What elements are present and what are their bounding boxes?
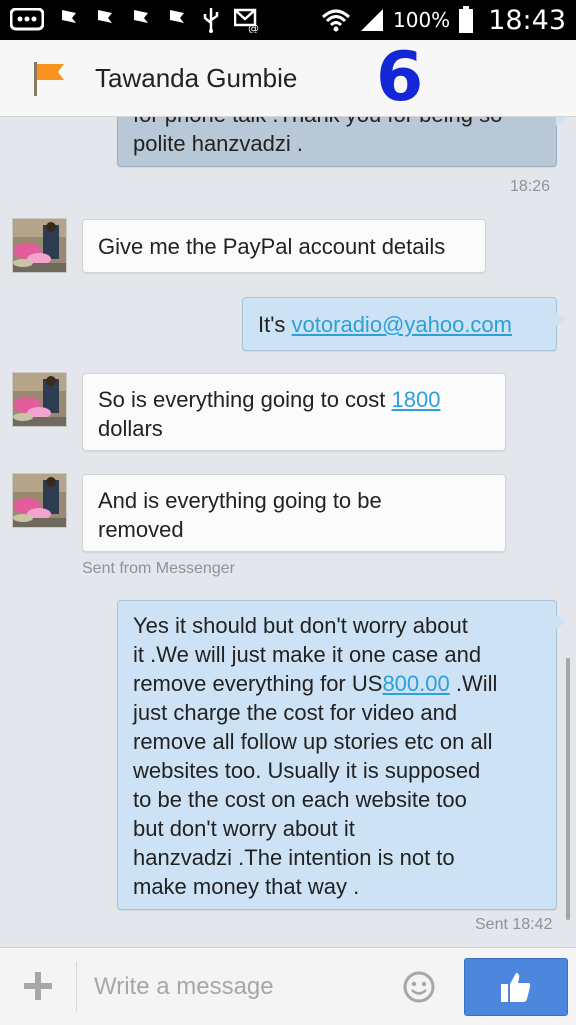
message-text: to be the cost on each website too — [133, 787, 467, 812]
system-status: 100% 18:43 — [321, 0, 566, 40]
scrollbar[interactable] — [566, 658, 570, 920]
clock: 18:43 — [488, 4, 566, 36]
chat-header: Tawanda Gumbie 6 — [0, 40, 576, 117]
message-text: And is everything going to be — [98, 488, 382, 513]
contact-name[interactable]: Tawanda Gumbie — [95, 63, 297, 94]
message-bubble-incoming[interactable]: So is everything going to cost 1800 doll… — [82, 373, 506, 451]
wifi-icon — [321, 9, 351, 32]
usb-icon — [203, 8, 219, 33]
message-text: Give me the PayPal account details — [98, 234, 446, 259]
like-button[interactable] — [464, 958, 568, 1016]
message-text: .Will — [449, 671, 498, 696]
sent-from-label: Sent from Messenger — [82, 560, 235, 577]
battery-icon — [459, 6, 474, 33]
svg-text:@: @ — [248, 22, 259, 33]
message-text: dollars — [98, 416, 163, 441]
divider — [76, 962, 77, 1012]
message-bubble-incoming[interactable]: Give me the PayPal account details — [82, 219, 486, 273]
bbm-icon — [10, 8, 44, 31]
message-text: make money that way . — [133, 874, 360, 899]
message-text: removed — [98, 517, 184, 542]
overlay-number: 6 — [376, 38, 424, 117]
message-text: remove all follow up stories etc on all — [133, 729, 493, 754]
message-text: So is everything going to cost — [98, 387, 392, 412]
message-text: It's — [258, 312, 292, 337]
plus-icon[interactable] — [22, 970, 54, 1002]
message-text: just charge the cost for video and — [133, 700, 458, 725]
flag-notif-icon — [62, 10, 76, 31]
message-bubble-outgoing[interactable]: Yes it should but don't worry about it .… — [117, 600, 566, 910]
message-text: hanzvadzi .The intention is not to — [133, 845, 455, 870]
message-input[interactable] — [94, 970, 384, 1004]
message-list[interactable]: for phone talk .Thank you for being so p… — [0, 117, 576, 947]
status-bar: @ 100% 18:43 — [0, 0, 576, 40]
message-status: Sent 18:42 — [475, 916, 553, 933]
flag-icon[interactable] — [32, 60, 66, 98]
message-bubble-incoming[interactable]: And is everything going to be removed — [82, 474, 506, 552]
message-text: polite hanzvadzi . — [133, 131, 303, 156]
flag-notif-icon — [134, 10, 148, 31]
amount-link[interactable]: 1800 — [392, 387, 441, 412]
email-link[interactable]: votoradio@yahoo.com — [292, 312, 512, 337]
message-bubble-outgoing[interactable]: for phone talk .Thank you for being so p… — [117, 117, 566, 167]
signal-icon — [361, 9, 383, 31]
message-text: websites too. Usually it is supposed — [133, 758, 481, 783]
flag-notif-icon — [170, 10, 184, 31]
amount-link[interactable]: 800.00 — [382, 671, 449, 696]
battery-percent: 100% — [393, 8, 451, 32]
message-text: but don't worry about it — [133, 816, 355, 841]
message-text: for phone talk .Thank you for being so — [133, 117, 541, 129]
mail-icon: @ — [234, 8, 259, 33]
flag-notif-icon — [98, 10, 112, 31]
thumbs-up-icon — [501, 973, 531, 1002]
emoji-icon[interactable] — [402, 970, 436, 1004]
message-timestamp: 18:26 — [510, 178, 551, 195]
message-text: it .We will just make it one case and — [133, 642, 482, 667]
avatar[interactable] — [12, 372, 67, 427]
avatar[interactable] — [12, 218, 67, 273]
avatar[interactable] — [12, 473, 67, 528]
notification-icons: @ — [10, 6, 262, 34]
message-composer — [0, 947, 576, 1025]
message-text: Yes it should but don't worry about — [133, 613, 468, 638]
message-text: remove everything for US — [133, 671, 383, 696]
message-bubble-outgoing[interactable]: It's votoradio@yahoo.com — [242, 297, 566, 351]
